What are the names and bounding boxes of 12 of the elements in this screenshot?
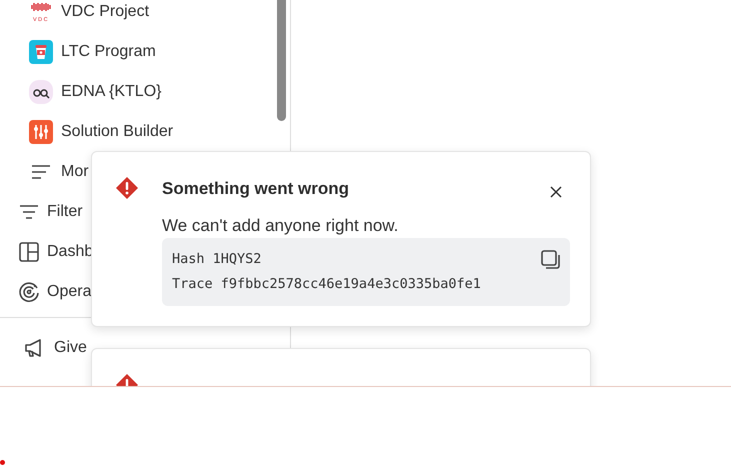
toast-title: Something went wrong — [162, 178, 349, 200]
sidebar-item-label: Mor — [61, 162, 89, 182]
sidebar-item-label: Solution Builder — [61, 122, 174, 142]
sidebar-item-label: Filter — [47, 202, 83, 222]
toast-message: We can't add anyone right now. — [162, 214, 400, 236]
sidebar-item-label: LTC Program — [61, 42, 156, 62]
detail-line: Hash 1HQYS2 — [172, 250, 262, 268]
sidebar-item-label: EDNA {KTLO} — [61, 82, 162, 102]
sidebar-item-label: Opera — [47, 282, 92, 302]
sidebar-item-label: VDC Project — [61, 2, 150, 22]
feedback-label: Give — [54, 338, 87, 358]
detail-line: Trace f9fbbc2578cc46e19a4e3c0335ba0fe1 — [172, 274, 481, 294]
